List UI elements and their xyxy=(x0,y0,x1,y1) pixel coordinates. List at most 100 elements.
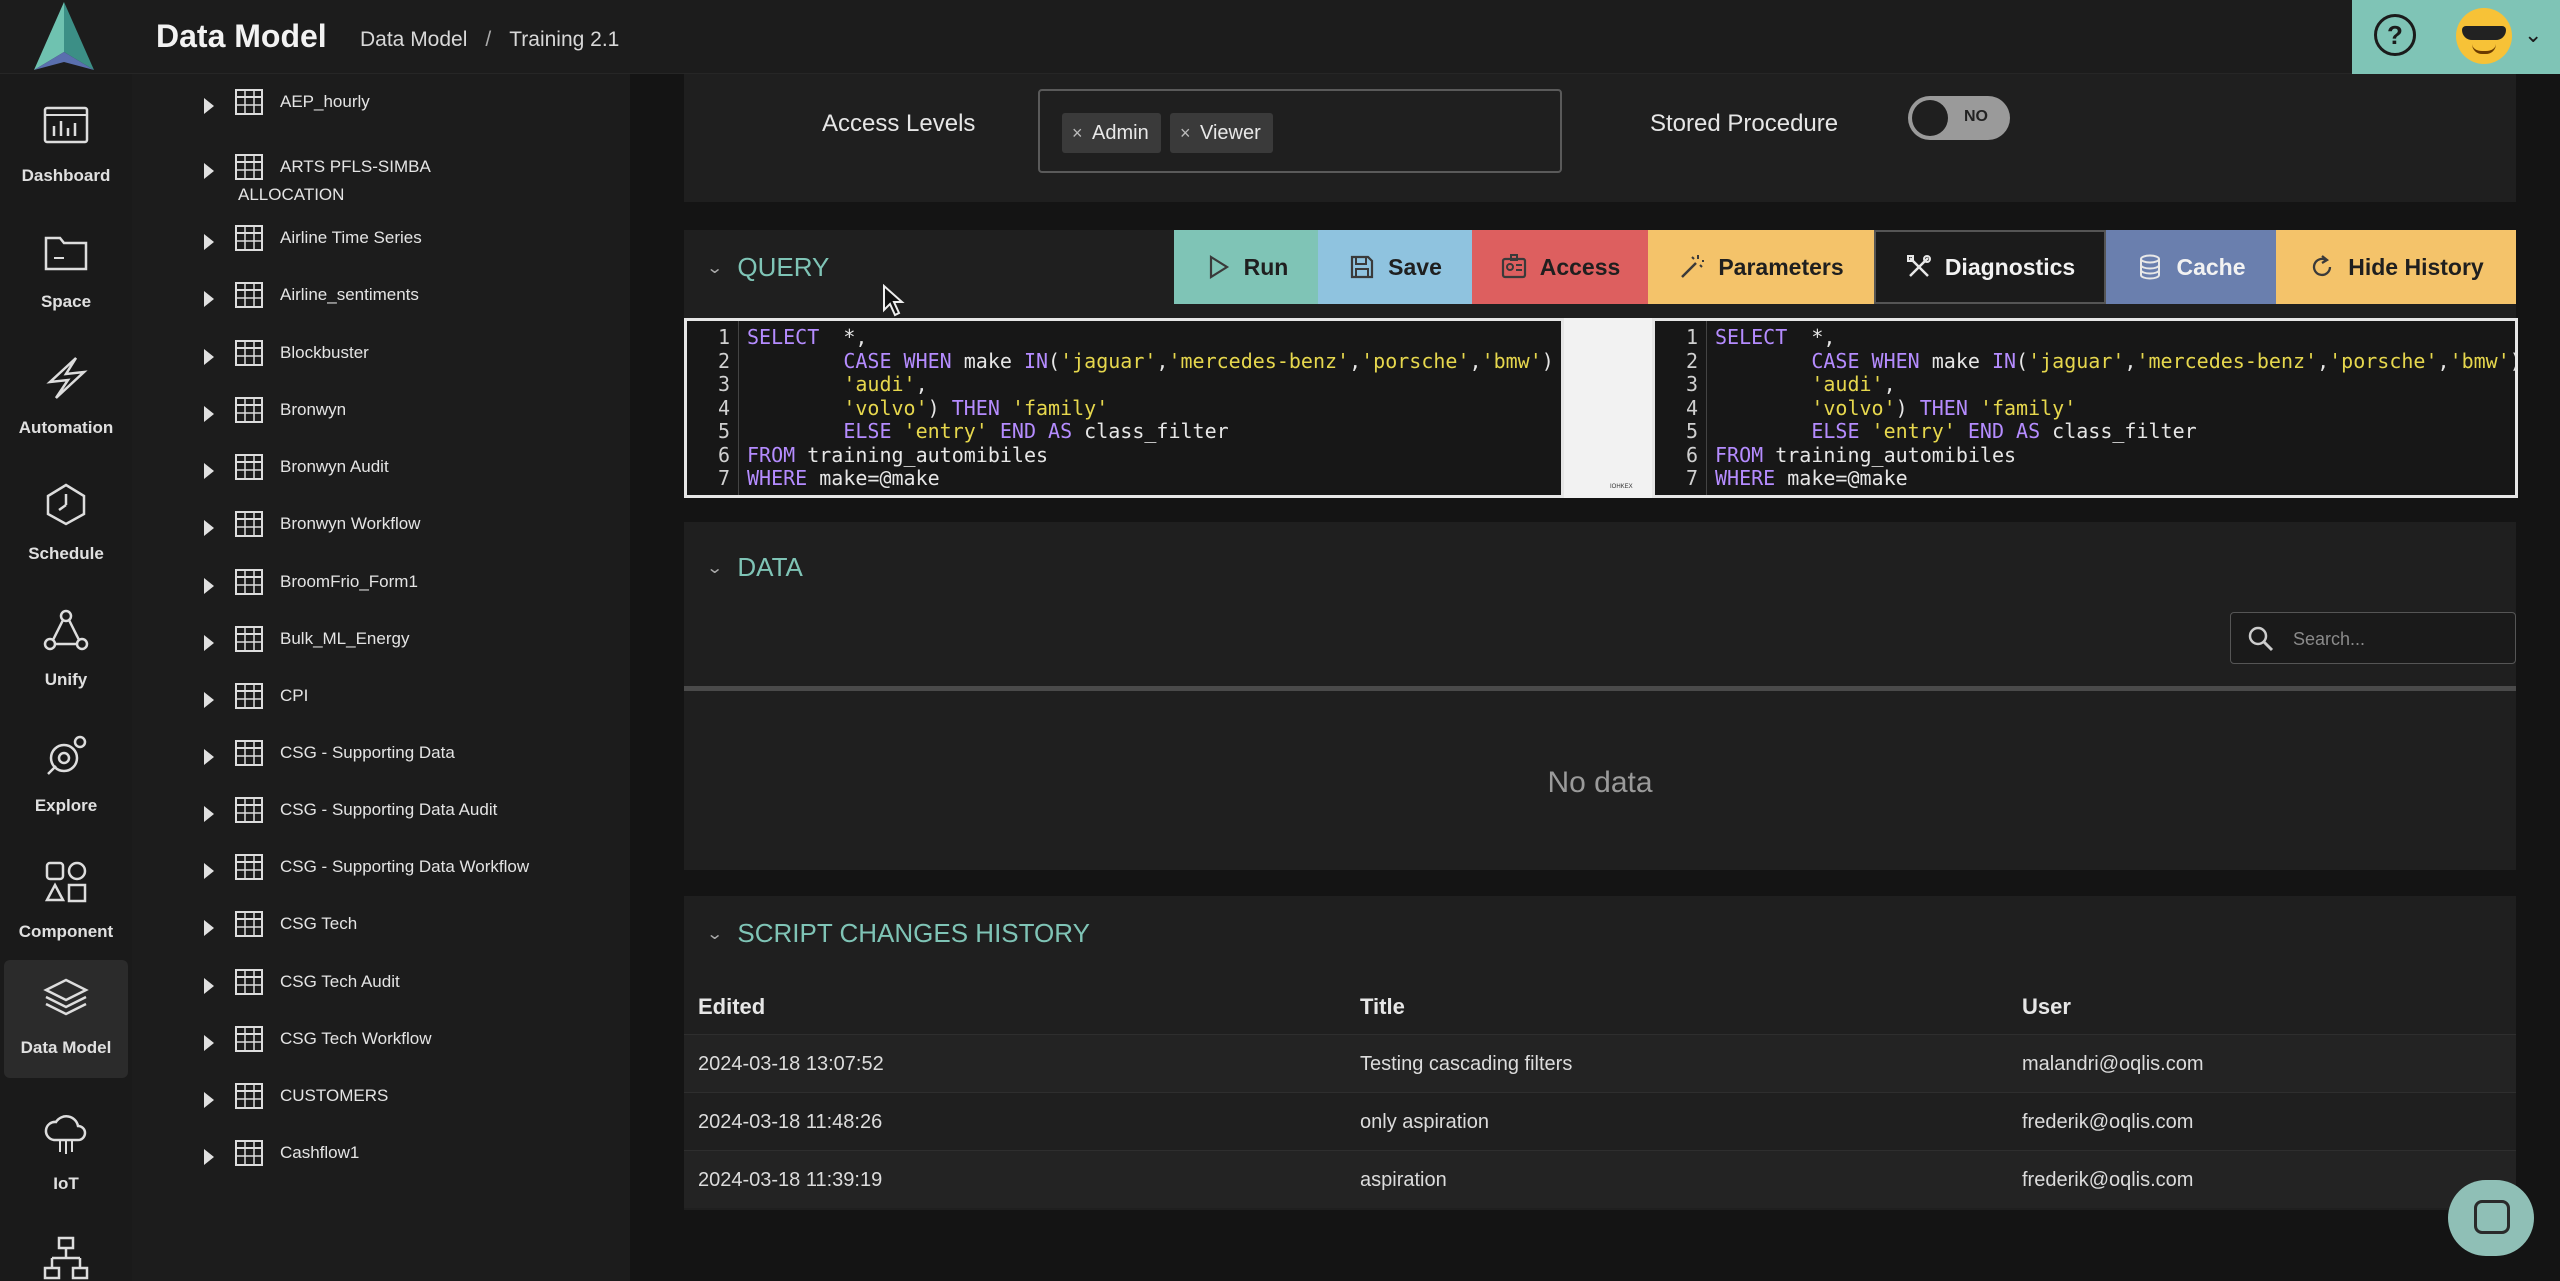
expand-caret-icon[interactable] xyxy=(204,749,214,765)
history-section-header[interactable]: ⌄ SCRIPT CHANGES HISTORY xyxy=(706,918,1090,949)
expand-caret-icon[interactable] xyxy=(204,1149,214,1165)
query-editor-original[interactable]: 1234567 SELECT *, CASE WHEN make IN('jag… xyxy=(684,318,1564,498)
expand-caret-icon[interactable] xyxy=(204,806,214,822)
expand-caret-icon[interactable] xyxy=(204,349,214,365)
chat-button[interactable] xyxy=(2448,1180,2534,1256)
access-levels-select[interactable]: × Admin × Viewer xyxy=(1038,89,1562,173)
expand-caret-icon[interactable] xyxy=(204,920,214,936)
nav-item-data-model[interactable]: Data Model xyxy=(4,960,128,1078)
remove-tag-icon[interactable]: × xyxy=(1072,113,1083,153)
breadcrumb: Data Model / Training 2.1 xyxy=(360,28,619,52)
line-number: 4 xyxy=(717,395,730,420)
expand-caret-icon[interactable] xyxy=(204,1035,214,1051)
column-header-edited[interactable]: Edited xyxy=(698,994,765,1020)
expand-caret-icon[interactable] xyxy=(204,578,214,594)
data-model-tree: AEP_hourly ARTS PFLS-SIMBA ALLOCATION Airli… xyxy=(132,74,630,1281)
table-icon xyxy=(235,740,263,766)
tree-item-label: CPI xyxy=(280,686,309,705)
line-number: 2 xyxy=(1685,348,1698,373)
line-number: 1 xyxy=(1685,325,1698,349)
run-button[interactable]: Run xyxy=(1174,230,1318,304)
data-section-header[interactable]: ⌄ DATA xyxy=(706,552,803,583)
nav-item-component[interactable]: Component xyxy=(0,844,132,962)
help-icon[interactable]: ? xyxy=(2374,14,2416,56)
tree-item-label-continued: ALLOCATION xyxy=(238,185,345,204)
expand-caret-icon[interactable] xyxy=(204,234,214,250)
line-number: 6 xyxy=(717,442,730,467)
save-button[interactable]: Save xyxy=(1318,230,1472,304)
nav-item-space[interactable]: Space xyxy=(0,214,132,332)
query-panel: ⌄ QUERY Run Save Access Parameters Diagnosti… xyxy=(684,230,2522,498)
diagnostics-button[interactable]: Diagnostics xyxy=(1874,230,2106,304)
expand-caret-icon[interactable] xyxy=(204,692,214,708)
stored-procedure-label: Stored Procedure xyxy=(1650,110,1839,137)
clock-icon xyxy=(46,483,86,526)
left-nav: Dashboard Space Automation Schedule Unif… xyxy=(0,74,132,1281)
nav-item-iot[interactable]: IoT xyxy=(0,1096,132,1214)
nav-item-explore[interactable]: Explore xyxy=(0,718,132,836)
access-tag-admin: × Admin xyxy=(1062,113,1161,153)
tree-item-label: Cashflow1 xyxy=(280,1143,360,1162)
tree-item-label: CSG - Supporting Data Audit xyxy=(280,800,498,819)
query-editor-modified[interactable]: 1234567 SELECT *, CASE WHEN make IN('jag… xyxy=(1652,318,2522,498)
breadcrumb-item-data-model[interactable]: Data Model xyxy=(360,28,467,52)
search-input[interactable] xyxy=(2293,625,2503,653)
stored-procedure-toggle[interactable]: NO xyxy=(1908,96,2010,140)
table-icon xyxy=(235,854,263,880)
cell-user: frederik@oqlis.com xyxy=(2022,1111,2194,1133)
sql-code: SELECT *, CASE WHEN make IN('jaguar','me… xyxy=(1715,325,2522,490)
chevron-down-icon[interactable]: ⌄ xyxy=(2524,22,2542,48)
expand-caret-icon[interactable] xyxy=(204,978,214,994)
expand-caret-icon[interactable] xyxy=(204,291,214,307)
tree-item-label: Bronwyn xyxy=(280,400,347,419)
expand-caret-icon[interactable] xyxy=(204,863,214,879)
cell-title: only aspiration xyxy=(1360,1111,1489,1133)
remove-tag-icon[interactable]: × xyxy=(1180,113,1191,153)
table-icon xyxy=(235,511,263,537)
nav-item-dashboard[interactable]: Dashboard xyxy=(0,88,132,206)
query-section-header[interactable]: ⌄ QUERY xyxy=(706,252,829,283)
nav-item-schedule[interactable]: Schedule xyxy=(0,466,132,584)
avatar[interactable] xyxy=(2456,8,2512,64)
tree-item-label: AEP_hourly xyxy=(280,92,370,111)
search-icon xyxy=(2248,626,2274,652)
app-logo[interactable] xyxy=(26,0,102,72)
access-button[interactable]: Access xyxy=(1472,230,1648,304)
expand-caret-icon[interactable] xyxy=(204,635,214,651)
tree-item-label: CSG Tech Workflow xyxy=(280,1029,432,1048)
expand-caret-icon[interactable] xyxy=(204,163,214,179)
main-content: Access Levels × Admin × Viewer Stored Pr… xyxy=(630,74,2560,1281)
refresh-icon xyxy=(2308,253,2336,281)
top-bar: Data Model Data Model / Training 2.1 ? ⌄ xyxy=(0,0,2560,74)
database-icon xyxy=(2136,253,2164,281)
nav-item-automation[interactable]: Automation xyxy=(0,340,132,458)
access-panel: Access Levels × Admin × Viewer Stored Pr… xyxy=(684,74,2516,202)
tree-item-label: Bronwyn Audit xyxy=(280,457,389,476)
expand-caret-icon[interactable] xyxy=(204,98,214,114)
expand-caret-icon[interactable] xyxy=(204,1092,214,1108)
breadcrumb-separator: / xyxy=(485,28,492,51)
tree-item-label: ARTS PFLS-SIMBA xyxy=(280,157,431,176)
page-title: Data Model xyxy=(156,18,327,54)
expand-caret-icon[interactable] xyxy=(204,463,214,479)
table-icon xyxy=(235,797,263,823)
expand-caret-icon[interactable] xyxy=(204,406,214,422)
table-row[interactable]: 2024-03-18 13:07:52 Testing cascading fil… xyxy=(684,1034,2516,1092)
table-row[interactable]: 2024-03-18 11:48:26 only aspiration freder… xyxy=(684,1092,2516,1150)
expand-caret-icon[interactable] xyxy=(204,520,214,536)
tree-item-label: Blockbuster xyxy=(280,343,369,362)
data-search xyxy=(2230,612,2516,664)
cache-button[interactable]: Cache xyxy=(2106,230,2276,304)
column-header-user[interactable]: User xyxy=(2022,994,2071,1020)
table-row[interactable]: 2024-03-18 11:39:19 aspiration frederik@oq… xyxy=(684,1150,2516,1208)
hide-history-button[interactable]: Hide History xyxy=(2276,230,2516,304)
mouse-cursor-icon xyxy=(883,284,905,317)
script-history-panel: ⌄ SCRIPT CHANGES HISTORY Edited Title Us… xyxy=(684,896,2516,1210)
nav-item-hierarchy[interactable] xyxy=(0,1222,132,1281)
column-header-title[interactable]: Title xyxy=(1360,994,1405,1020)
line-number: 4 xyxy=(1685,395,1698,420)
parameters-button[interactable]: Parameters xyxy=(1648,230,1874,304)
nav-item-unify[interactable]: Unify xyxy=(0,592,132,710)
layers-icon xyxy=(43,978,89,1016)
lightning-icon xyxy=(46,357,88,399)
